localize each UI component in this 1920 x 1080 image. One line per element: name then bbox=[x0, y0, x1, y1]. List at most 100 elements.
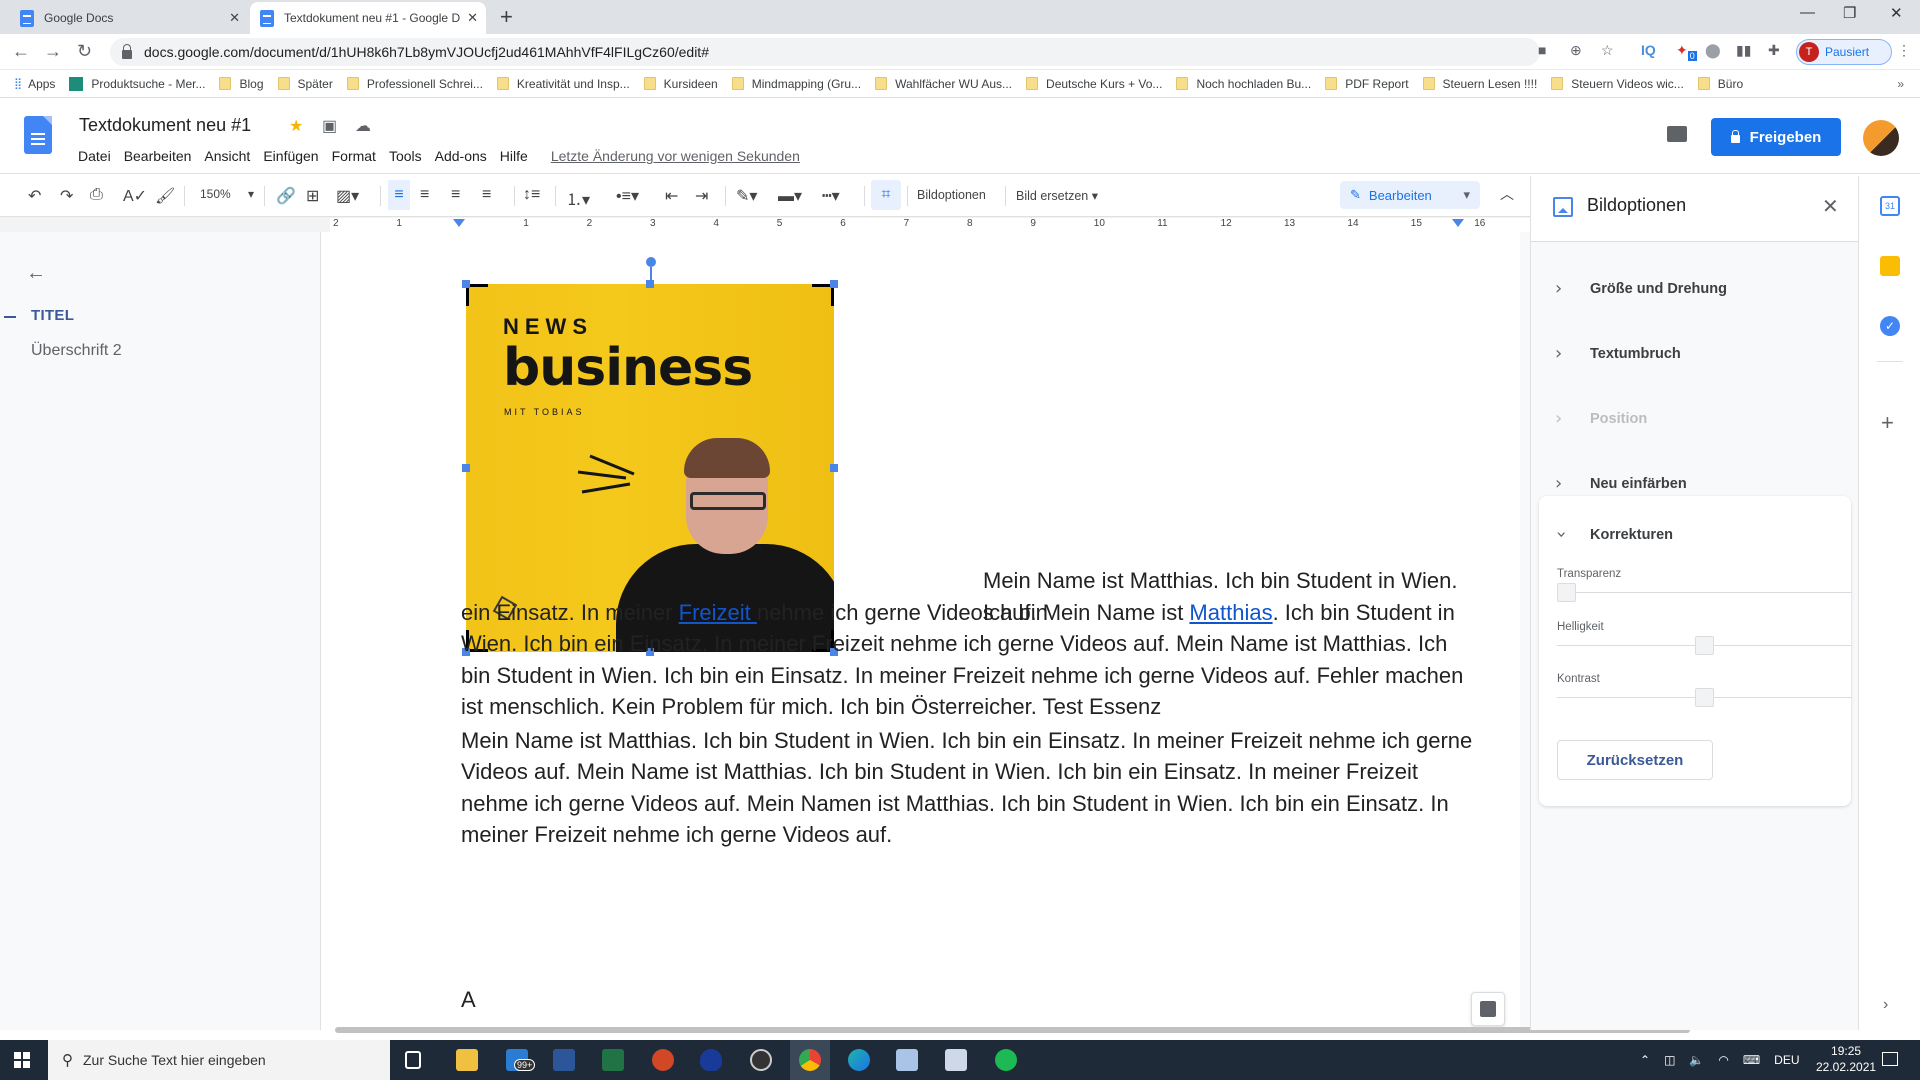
resize-handle[interactable] bbox=[646, 280, 654, 288]
user-avatar[interactable] bbox=[1863, 120, 1899, 156]
transparency-slider[interactable] bbox=[1557, 583, 1576, 602]
menu-datei[interactable]: Datei bbox=[78, 148, 111, 164]
decrease-indent-icon[interactable]: ⇤ bbox=[665, 186, 678, 206]
crop-image-icon[interactable]: ⌗ bbox=[871, 180, 901, 210]
section-size-rotation[interactable]: › Größe und Drehung bbox=[1531, 260, 1859, 320]
new-tab-icon[interactable]: + bbox=[500, 4, 513, 30]
docs-logo-icon[interactable] bbox=[24, 116, 52, 154]
close-tab-icon[interactable]: ✕ bbox=[229, 10, 240, 26]
contrast-slider[interactable] bbox=[1695, 688, 1714, 707]
rotate-handle[interactable] bbox=[646, 257, 656, 267]
align-right-icon[interactable]: ≡ bbox=[451, 186, 460, 204]
outline-item-titel[interactable]: TITEL bbox=[31, 307, 74, 324]
tasks-icon[interactable]: ✓ bbox=[1880, 316, 1900, 336]
align-left-icon[interactable]: ≡ bbox=[388, 180, 410, 210]
insert-image-icon[interactable]: ▨▾ bbox=[336, 186, 359, 206]
transparency-slider-track[interactable] bbox=[1557, 592, 1852, 593]
menu-ansicht[interactable]: Ansicht bbox=[204, 148, 250, 164]
wifi-icon[interactable]: ◠ bbox=[1718, 1053, 1728, 1067]
resize-handle[interactable] bbox=[830, 464, 838, 472]
volume-icon[interactable]: 🔈 bbox=[1689, 1053, 1704, 1067]
edge-icon[interactable] bbox=[848, 1049, 870, 1071]
file-explorer-icon[interactable] bbox=[456, 1049, 478, 1071]
star-icon[interactable]: ★ bbox=[289, 116, 303, 136]
bookmark-folder[interactable]: Deutsche Kurs + Vo... bbox=[1026, 77, 1162, 91]
app-icon[interactable] bbox=[896, 1049, 918, 1071]
calendar-icon[interactable]: 31 bbox=[1880, 196, 1900, 216]
print-icon[interactable]: ⎙ bbox=[90, 186, 103, 204]
reload-icon[interactable]: ↻ bbox=[77, 41, 92, 62]
excel-icon[interactable] bbox=[602, 1049, 624, 1071]
document-title[interactable]: Textdokument neu #1 bbox=[79, 115, 251, 136]
explore-button[interactable] bbox=[1471, 992, 1505, 1026]
bulleted-list-icon[interactable]: •≡▾ bbox=[616, 186, 639, 206]
zoom-icon[interactable]: ⊕ bbox=[1570, 42, 1582, 59]
expand-panel-icon[interactable]: › bbox=[1883, 996, 1888, 1014]
bookmark-folder[interactable]: Später bbox=[277, 77, 333, 91]
menu-addons[interactable]: Add-ons bbox=[435, 148, 487, 164]
language-indicator[interactable]: DEU bbox=[1774, 1053, 1799, 1067]
editing-mode-select[interactable]: ✎ Bearbeiten ▾ bbox=[1340, 181, 1480, 209]
bookmark-item[interactable]: Produktsuche - Mer... bbox=[69, 76, 205, 91]
windows-start-icon[interactable] bbox=[14, 1052, 30, 1068]
section-text-wrap[interactable]: › Textumbruch bbox=[1531, 325, 1859, 385]
taskbar-search-input[interactable]: ⚲ Zur Suche Text hier eingeben bbox=[48, 1040, 390, 1080]
zoom-select[interactable]: 150% ▾ bbox=[200, 187, 254, 201]
increase-indent-icon[interactable]: ⇥ bbox=[695, 186, 708, 206]
powerpoint-icon[interactable] bbox=[652, 1049, 674, 1071]
close-outline-icon[interactable]: ← bbox=[26, 262, 46, 285]
collapse-menus-icon[interactable]: ︿ bbox=[1500, 184, 1514, 204]
share-button[interactable]: Freigeben bbox=[1711, 118, 1841, 156]
outline-item-heading2[interactable]: Überschrift 2 bbox=[31, 342, 122, 360]
add-addon-icon[interactable]: + bbox=[1881, 410, 1894, 436]
stats-extension-icon[interactable]: ▮▮ bbox=[1736, 42, 1751, 59]
word-icon[interactable] bbox=[553, 1049, 575, 1071]
more-bookmarks-icon[interactable]: » bbox=[1897, 77, 1904, 91]
move-folder-icon[interactable]: ▣ bbox=[322, 116, 337, 136]
reset-button[interactable]: Zurücksetzen bbox=[1557, 740, 1713, 780]
menu-hilfe[interactable]: Hilfe bbox=[500, 148, 528, 164]
mail-icon[interactable]: 99+ bbox=[506, 1049, 536, 1071]
camera-tray-icon[interactable]: ◫ bbox=[1664, 1053, 1675, 1067]
chrome-icon[interactable] bbox=[799, 1049, 821, 1071]
spotify-icon[interactable] bbox=[995, 1049, 1017, 1071]
bookmark-star-icon[interactable]: ☆ bbox=[1601, 42, 1614, 59]
document-page[interactable]: NEWS business MIT TOBIAS Mein Name ist M… bbox=[320, 232, 1844, 1030]
keyboard-icon[interactable]: ⌨ bbox=[1743, 1053, 1760, 1067]
border-weight-icon[interactable]: ▬▾ bbox=[778, 186, 802, 206]
camera-icon[interactable]: ■ bbox=[1538, 42, 1546, 58]
border-dash-icon[interactable]: ┅▾ bbox=[822, 186, 840, 206]
bookmark-folder[interactable]: PDF Report bbox=[1325, 77, 1409, 91]
notifications-icon[interactable] bbox=[1882, 1052, 1898, 1066]
bookmark-folder[interactable]: Kreativität und Insp... bbox=[496, 77, 630, 91]
comments-icon[interactable] bbox=[1667, 126, 1687, 142]
close-tab-icon[interactable]: ✕ bbox=[467, 10, 478, 26]
spellcheck-icon[interactable]: A✓ bbox=[123, 186, 147, 206]
task-view-icon[interactable] bbox=[405, 1051, 421, 1069]
bookmark-folder[interactable]: Kursideen bbox=[643, 77, 718, 91]
undo-icon[interactable]: ↶ bbox=[28, 186, 41, 206]
link-freizeit[interactable]: Freizeit bbox=[679, 600, 757, 625]
extension-badge-icon[interactable]: ✦ 0 bbox=[1676, 42, 1697, 61]
extensions-puzzle-icon[interactable]: ✚ bbox=[1768, 42, 1780, 59]
menu-kebab-icon[interactable]: ⋮ bbox=[1897, 42, 1911, 59]
app-icon[interactable] bbox=[700, 1049, 722, 1071]
replace-image-button[interactable]: Bild ersetzen ▾ bbox=[1016, 188, 1098, 203]
redo-icon[interactable]: ↷ bbox=[60, 186, 73, 206]
adjustments-header[interactable]: › Korrekturen bbox=[1531, 506, 1859, 566]
url-input[interactable]: docs.google.com/document/d/1hUH8k6h7Lb8y… bbox=[110, 38, 1540, 66]
resize-handle[interactable] bbox=[462, 280, 470, 288]
line-spacing-icon[interactable]: ↕≡ bbox=[523, 186, 540, 204]
bookmark-folder[interactable]: Mindmapping (Gru... bbox=[731, 77, 861, 91]
restore-icon[interactable]: ❐ bbox=[1843, 4, 1856, 22]
tab-google-docs[interactable]: Google Docs ✕ bbox=[10, 2, 248, 34]
menu-bearbeiten[interactable]: Bearbeiten bbox=[124, 148, 192, 164]
right-indent-marker[interactable] bbox=[1452, 219, 1464, 227]
brightness-slider[interactable] bbox=[1695, 636, 1714, 655]
minimize-icon[interactable]: — bbox=[1800, 4, 1815, 21]
last-edit-link[interactable]: Letzte Änderung vor wenigen Sekunden bbox=[551, 148, 800, 164]
bookmark-folder[interactable]: Büro bbox=[1697, 77, 1743, 91]
menu-tools[interactable]: Tools bbox=[389, 148, 422, 164]
menu-format[interactable]: Format bbox=[332, 148, 376, 164]
show-hidden-icons-icon[interactable]: ⌃ bbox=[1640, 1053, 1650, 1067]
